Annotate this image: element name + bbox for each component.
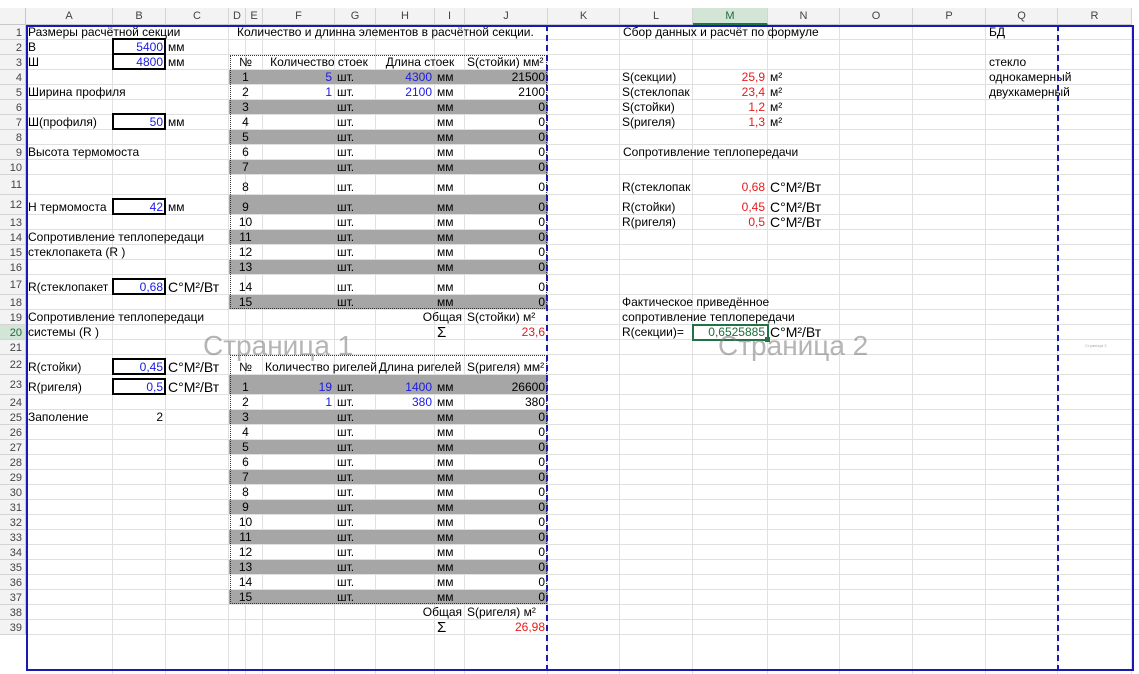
row-header-30[interactable]: 30 xyxy=(0,485,26,500)
row-header-13[interactable]: 13 xyxy=(0,215,26,230)
column-header-h[interactable]: H xyxy=(376,8,435,25)
row-header-5[interactable]: 5 xyxy=(0,85,26,100)
row-header-18[interactable]: 18 xyxy=(0,295,26,310)
row-header-19[interactable]: 19 xyxy=(0,310,26,325)
row-header-14[interactable]: 14 xyxy=(0,230,26,245)
select-all-corner[interactable] xyxy=(0,8,26,25)
row-header-22[interactable]: 22 xyxy=(0,355,26,375)
column-header-k[interactable]: K xyxy=(548,8,620,25)
row-header-6[interactable]: 6 xyxy=(0,100,26,115)
row-header-8[interactable]: 8 xyxy=(0,130,26,145)
column-header-i[interactable]: I xyxy=(435,8,465,25)
row-header-11[interactable]: 11 xyxy=(0,175,26,195)
page-area-border xyxy=(26,25,1134,671)
row-header-15[interactable]: 15 xyxy=(0,245,26,260)
row-header-27[interactable]: 27 xyxy=(0,440,26,455)
row-header-7[interactable]: 7 xyxy=(0,115,26,130)
column-header-q[interactable]: Q xyxy=(986,8,1058,25)
column-header-m[interactable]: M xyxy=(693,8,768,25)
column-header-o[interactable]: O xyxy=(840,8,913,25)
row-header-26[interactable]: 26 xyxy=(0,425,26,440)
row-header-31[interactable]: 31 xyxy=(0,500,26,515)
row-header-23[interactable]: 23 xyxy=(0,375,26,395)
row-header-17[interactable]: 17 xyxy=(0,275,26,295)
row-header-1[interactable]: 1 xyxy=(0,25,26,40)
column-header-d[interactable]: D xyxy=(229,8,246,25)
row-header-33[interactable]: 33 xyxy=(0,530,26,545)
row-header-38[interactable]: 38 xyxy=(0,605,26,620)
page-break-1 xyxy=(546,25,548,671)
spreadsheet-grid[interactable]: A B C D E F G H I J K L M N O P Q R 1 2 3 4 5 6 7 8 9 10 11 12 13 14 15 1… xyxy=(0,0,1139,674)
row-header-4[interactable]: 4 xyxy=(0,70,26,85)
row-header-20[interactable]: 20 xyxy=(0,325,26,340)
page-break-2 xyxy=(1057,25,1059,671)
column-header-a[interactable]: A xyxy=(26,8,113,25)
row-header-39[interactable]: 39 xyxy=(0,620,26,635)
row-header-10[interactable]: 10 xyxy=(0,160,26,175)
row-header-32[interactable]: 32 xyxy=(0,515,26,530)
column-header-b[interactable]: B xyxy=(113,8,166,25)
row-header-25[interactable]: 25 xyxy=(0,410,26,425)
row-header-12[interactable]: 12 xyxy=(0,195,26,215)
row-header-2[interactable]: 2 xyxy=(0,40,26,55)
column-header-g[interactable]: G xyxy=(335,8,376,25)
column-header-r[interactable]: R xyxy=(1058,8,1132,25)
row-header-29[interactable]: 29 xyxy=(0,470,26,485)
column-header-j[interactable]: J xyxy=(465,8,548,25)
column-header-p[interactable]: P xyxy=(913,8,986,25)
row-header-9[interactable]: 9 xyxy=(0,145,26,160)
row-header-35[interactable]: 35 xyxy=(0,560,26,575)
row-header-21[interactable]: 21 xyxy=(0,340,26,355)
column-header-f[interactable]: F xyxy=(263,8,335,25)
row-header-3[interactable]: 3 xyxy=(0,55,26,70)
row-header-24[interactable]: 24 xyxy=(0,395,26,410)
row-header-37[interactable]: 37 xyxy=(0,590,26,605)
column-header-c[interactable]: C xyxy=(166,8,229,25)
column-header-n[interactable]: N xyxy=(768,8,840,25)
row-header-36[interactable]: 36 xyxy=(0,575,26,590)
row-header-34[interactable]: 34 xyxy=(0,545,26,560)
column-header-e[interactable]: E xyxy=(246,8,263,25)
row-header-16[interactable]: 16 xyxy=(0,260,26,275)
column-header-l[interactable]: L xyxy=(620,8,693,25)
row-header-28[interactable]: 28 xyxy=(0,455,26,470)
